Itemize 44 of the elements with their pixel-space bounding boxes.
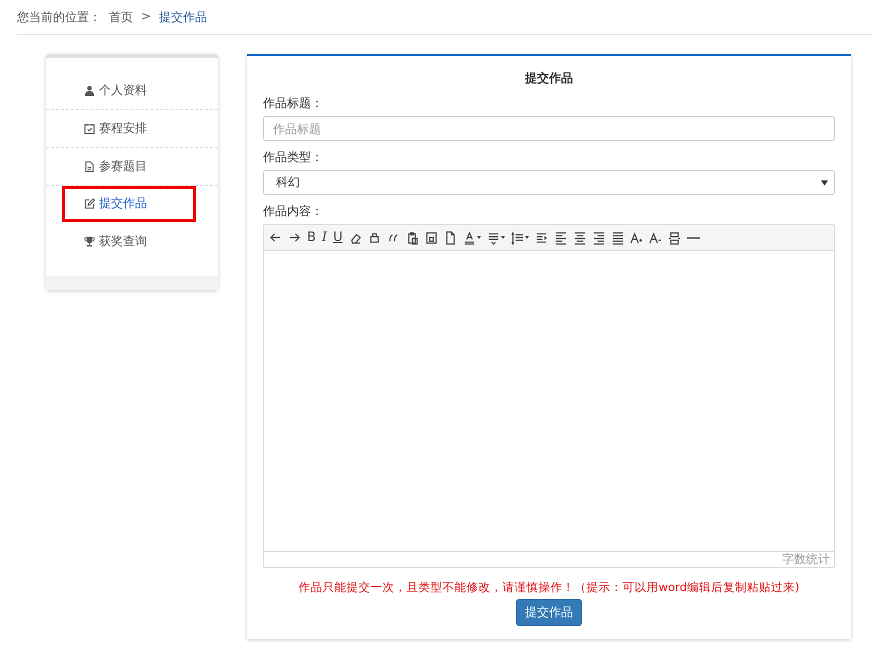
boxed-icon xyxy=(424,230,438,244)
sidebar-item[interactable]: 获奖查询 xyxy=(46,222,218,260)
calendar-icon xyxy=(84,123,95,134)
brush-icon xyxy=(368,230,381,244)
fontdown-icon xyxy=(648,230,662,244)
field-label: 作品标题： xyxy=(263,95,324,112)
center-icon xyxy=(572,230,586,244)
word-count: 字数统计 xyxy=(782,552,830,566)
trophy-icon xyxy=(84,236,95,246)
breadcrumb-link[interactable]: 提交作品 xyxy=(159,9,208,26)
sidebar-item[interactable]: 赛程安排 xyxy=(46,110,218,148)
left-icon xyxy=(554,230,567,244)
redo-icon xyxy=(288,230,301,244)
form-title: 提交作品 xyxy=(524,70,574,87)
submit-button[interactable]: 提交作品 xyxy=(516,599,582,626)
field-label: 作品内容： xyxy=(263,203,324,220)
breadcrumb-separator: > xyxy=(141,9,152,25)
right-icon xyxy=(592,230,605,244)
pagebreak-icon xyxy=(668,230,681,244)
format-button[interactable]: I xyxy=(318,228,330,248)
lineheight-icon xyxy=(510,230,524,244)
caret-icon xyxy=(821,180,828,186)
format-button[interactable]: U xyxy=(330,228,346,248)
warning-text: 作品只能提交一次，且类型不能修改，请谨慎操作！（提示：可以用word编辑后复制粘贴过来) xyxy=(298,580,800,595)
sidebar-item[interactable]: 参赛题目 xyxy=(46,148,218,186)
paragraph-icon xyxy=(486,230,500,244)
edit-icon xyxy=(84,198,95,209)
user-icon xyxy=(84,85,95,96)
paste-icon xyxy=(406,230,419,244)
sidebar-item[interactable]: 个人资料 xyxy=(46,72,218,110)
breadcrumb-link[interactable]: 首页 xyxy=(109,9,133,26)
page-icon xyxy=(444,230,457,244)
field-label: 作品类型： xyxy=(263,149,324,166)
title-input-field[interactable]: 作品标题 xyxy=(263,116,835,141)
indent-icon xyxy=(534,230,548,244)
undo-icon xyxy=(269,230,282,244)
color-icon xyxy=(462,230,476,244)
sidebar-item[interactable]: 提交作品 xyxy=(62,186,196,222)
fontup-icon xyxy=(630,230,643,244)
format-button[interactable]: B xyxy=(304,228,319,248)
document-icon xyxy=(84,161,95,172)
justify-icon xyxy=(610,230,624,244)
breadcrumb-label: 您当前的位置： xyxy=(17,9,101,26)
type-select[interactable]: 科幻 xyxy=(263,170,835,195)
